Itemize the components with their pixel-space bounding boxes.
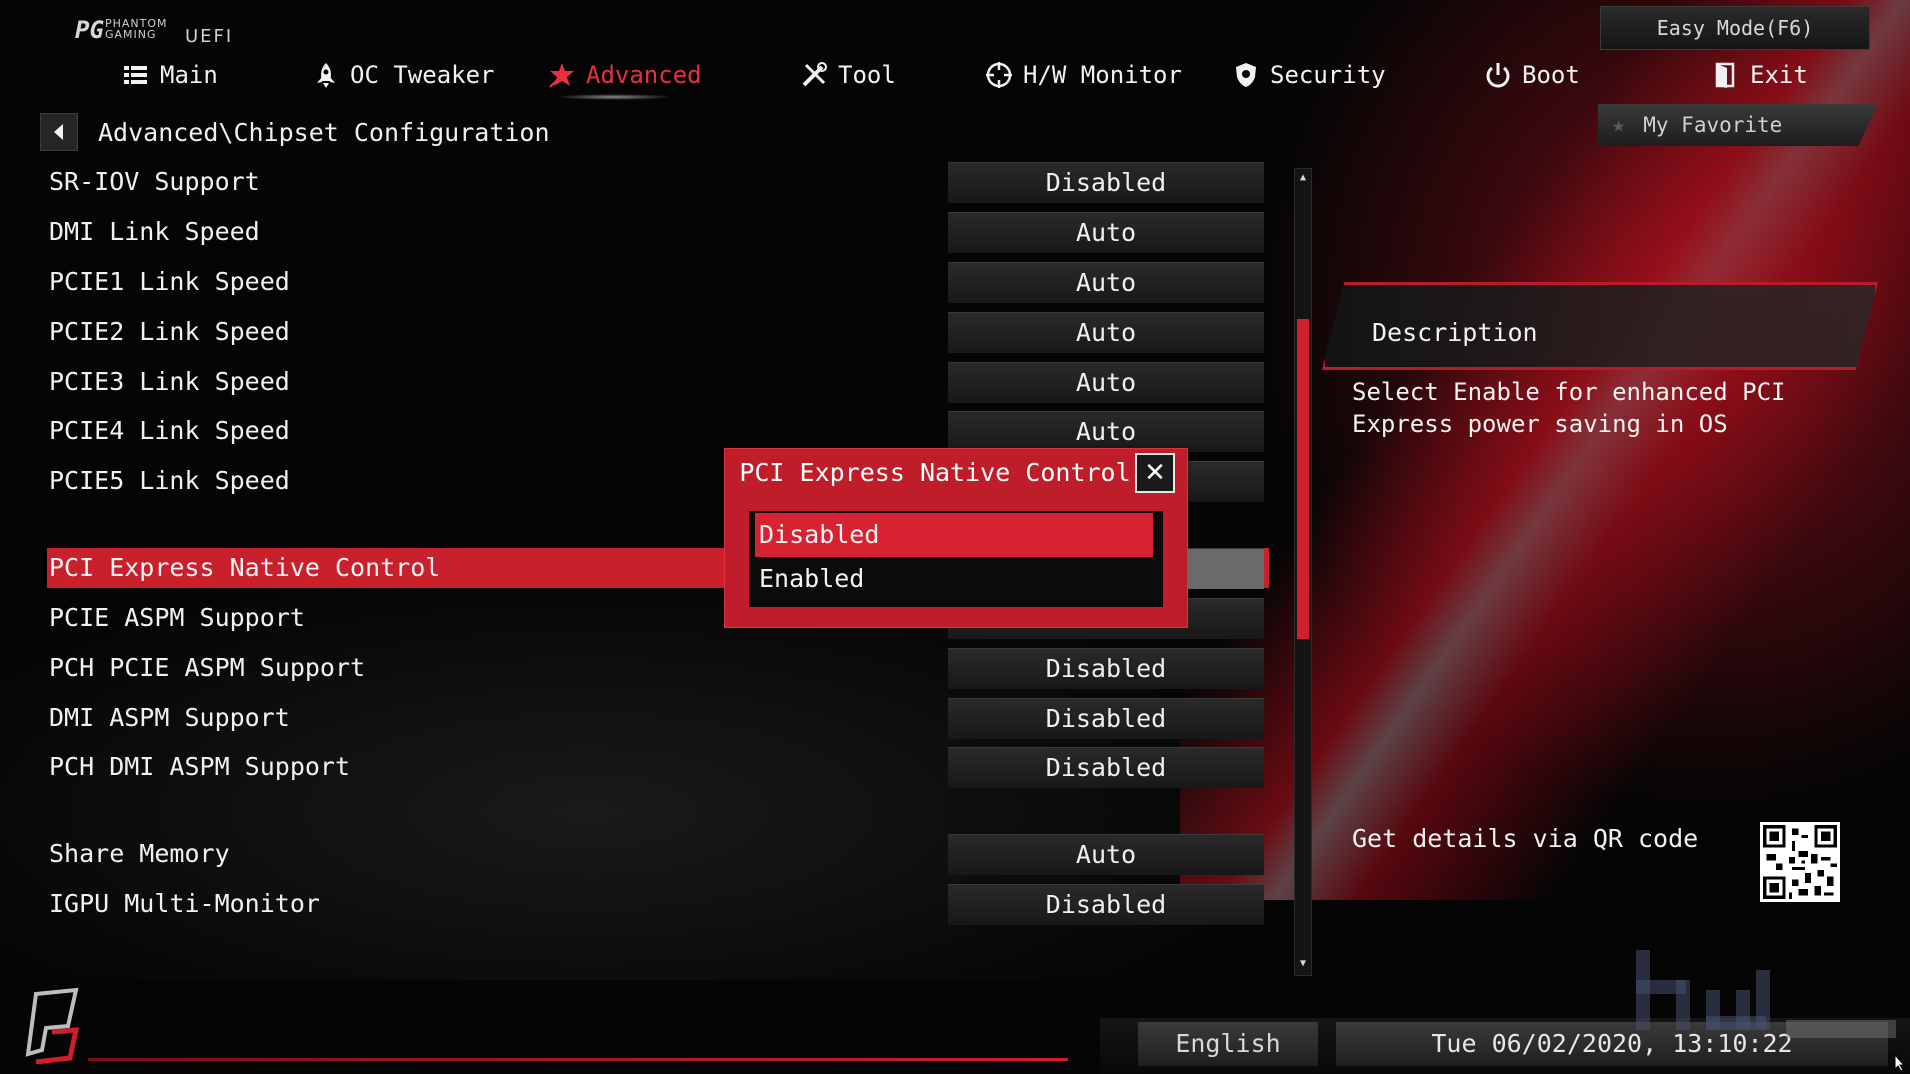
- my-favorite-label: My Favorite: [1643, 113, 1783, 137]
- setting-label-pcie4-link-speed[interactable]: PCIE4 Link Speed: [49, 411, 290, 451]
- description-line-2: Express power saving in OS: [1352, 410, 1728, 438]
- scroll-thumb[interactable]: [1297, 319, 1309, 639]
- back-arrow-icon: [54, 124, 63, 140]
- setting-label-pch-dmi-aspm[interactable]: PCH DMI ASPM Support: [49, 747, 350, 787]
- description-text: Select Enable for enhanced PCI Express p…: [1352, 376, 1852, 440]
- tab-tool-label: Tool: [838, 61, 896, 89]
- close-icon[interactable]: ✕: [1135, 453, 1175, 493]
- setting-label-pcie2-link-speed[interactable]: PCIE2 Link Speed: [49, 312, 290, 352]
- description-line-1: Select Enable for enhanced PCI: [1352, 378, 1786, 406]
- tab-oc-tweaker-label: OC Tweaker: [350, 61, 495, 89]
- brand-text: PHANTOM GAMING: [105, 17, 168, 41]
- popup-title: PCI Express Native Control: [739, 458, 1131, 487]
- tools-icon: [802, 62, 827, 87]
- qr-code-image: [1760, 822, 1840, 902]
- description-title: Description: [1372, 318, 1538, 347]
- setting-label-pcie5-link-speed[interactable]: PCIE5 Link Speed: [49, 461, 290, 501]
- scroll-up-icon[interactable]: ▲: [1295, 171, 1311, 185]
- rocket-icon: [317, 63, 335, 88]
- setting-label-pch-pcie-aspm[interactable]: PCH PCIE ASPM Support: [49, 648, 365, 688]
- scroll-down-icon[interactable]: ▼: [1295, 957, 1311, 971]
- popup-option-enabled[interactable]: Enabled: [755, 557, 1153, 601]
- pg-logo-icon: PG: [75, 16, 104, 44]
- tab-exit-label: Exit: [1750, 61, 1808, 89]
- popup-option-list: Disabled Enabled: [749, 511, 1163, 607]
- setting-label-pci-express-native-control[interactable]: PCI Express Native Control: [49, 548, 440, 588]
- star-icon: [549, 63, 574, 88]
- settings-scrollbar[interactable]: ▲ ▼: [1294, 168, 1312, 976]
- setting-value-share-memory[interactable]: Auto: [948, 834, 1264, 875]
- breadcrumb-path: Advanced\Chipset Configuration: [98, 117, 550, 147]
- tab-security[interactable]: Security: [1232, 56, 1386, 94]
- popup-option-disabled[interactable]: Disabled: [755, 513, 1153, 557]
- setting-label-share-memory[interactable]: Share Memory: [49, 834, 230, 874]
- breadcrumb: Advanced\Chipset Configuration: [40, 113, 550, 151]
- setting-value-dmi-aspm[interactable]: Disabled: [948, 698, 1264, 739]
- setting-value-sr-iov[interactable]: Disabled: [948, 162, 1264, 203]
- tab-main[interactable]: Main: [122, 56, 218, 94]
- setting-label-dmi-link-speed[interactable]: DMI Link Speed: [49, 212, 260, 252]
- tab-tool[interactable]: Tool: [800, 56, 896, 94]
- language-selector[interactable]: English: [1138, 1022, 1318, 1066]
- tab-hw-monitor-label: H/W Monitor: [1023, 61, 1182, 89]
- tab-main-label: Main: [160, 61, 218, 89]
- setting-label-pcie3-link-speed[interactable]: PCIE3 Link Speed: [49, 362, 290, 402]
- favorite-star-icon: ★: [1612, 112, 1626, 138]
- setting-value-igpu-multi-monitor[interactable]: Disabled: [948, 884, 1264, 925]
- mouse-cursor-icon: [1894, 1054, 1906, 1072]
- tab-security-label: Security: [1270, 61, 1386, 89]
- setting-value-pcie4-link-speed[interactable]: Auto: [948, 411, 1264, 452]
- setting-value-dmi-link-speed[interactable]: Auto: [948, 212, 1264, 253]
- tab-advanced[interactable]: Advanced: [548, 56, 702, 94]
- tab-hw-monitor[interactable]: H/W Monitor: [985, 56, 1182, 94]
- tab-oc-tweaker[interactable]: OC Tweaker: [312, 56, 495, 94]
- setting-value-pcie1-link-speed[interactable]: Auto: [948, 262, 1264, 303]
- my-favorite-button[interactable]: ★ My Favorite: [1598, 104, 1878, 146]
- list-icon: [124, 66, 147, 84]
- tab-boot[interactable]: Boot: [1484, 56, 1580, 94]
- easy-mode-button[interactable]: Easy Mode(F6): [1600, 6, 1870, 50]
- setting-value-pch-dmi-aspm[interactable]: Disabled: [948, 747, 1264, 788]
- setting-label-pcie-aspm[interactable]: PCIE ASPM Support: [49, 598, 305, 638]
- setting-value-pch-pcie-aspm[interactable]: Disabled: [948, 648, 1264, 689]
- setting-label-pcie1-link-speed[interactable]: PCIE1 Link Speed: [49, 262, 290, 302]
- top-nav: Main OC Tweaker Advanced Tool H/W Monito…: [0, 56, 1910, 100]
- datetime-display: Tue 06/02/2020, 13:10:22: [1336, 1022, 1888, 1066]
- tab-advanced-label: Advanced: [586, 61, 702, 89]
- option-popup: PCI Express Native Control ✕ Disabled En…: [724, 448, 1188, 628]
- back-button[interactable]: [40, 113, 78, 151]
- power-icon: [1486, 63, 1510, 88]
- tab-boot-label: Boot: [1522, 61, 1580, 89]
- setting-label-sr-iov[interactable]: SR-IOV Support: [49, 162, 260, 202]
- shield-icon: [1236, 63, 1256, 87]
- qr-code-label: Get details via QR code: [1352, 824, 1699, 853]
- exit-door-icon: [1715, 62, 1735, 88]
- uefi-text: UEFI: [185, 26, 234, 47]
- setting-value-pcie3-link-speed[interactable]: Auto: [948, 362, 1264, 403]
- pg-corner-logo-icon: [25, 987, 80, 1064]
- tab-exit[interactable]: Exit: [1712, 56, 1808, 94]
- setting-label-igpu-multi-monitor[interactable]: IGPU Multi-Monitor: [49, 884, 320, 924]
- crosshair-icon: [986, 62, 1012, 88]
- bottom-accent-line: [88, 1058, 1068, 1061]
- setting-value-pcie2-link-speed[interactable]: Auto: [948, 312, 1264, 353]
- active-tab-indicator: [555, 94, 673, 100]
- setting-label-dmi-aspm[interactable]: DMI ASPM Support: [49, 698, 290, 738]
